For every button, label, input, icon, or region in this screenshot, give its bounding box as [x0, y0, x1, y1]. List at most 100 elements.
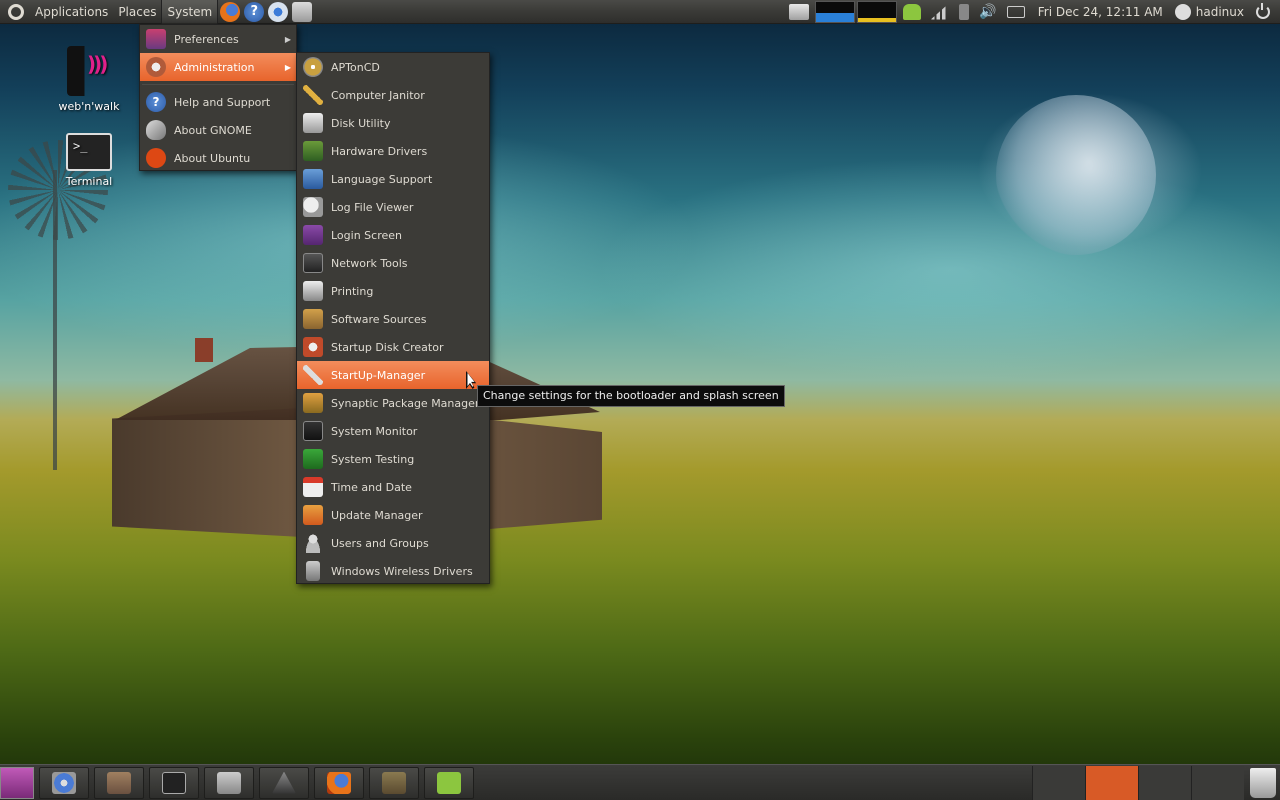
- menu-item-computer-janitor[interactable]: Computer Janitor: [297, 81, 489, 109]
- ubuntu-icon: [146, 148, 166, 168]
- android-icon[interactable]: [902, 3, 921, 20]
- printer-icon: [303, 281, 323, 301]
- menu-item-synaptic-package-manager[interactable]: Synaptic Package Manager: [297, 389, 489, 417]
- taskbar-launcher-disc[interactable]: [39, 766, 89, 799]
- menu-item-time-and-date[interactable]: Time and Date: [297, 473, 489, 501]
- menu-item-aptoncd[interactable]: APTonCD: [297, 53, 489, 81]
- terminal-icon: [162, 771, 186, 794]
- network-graph[interactable]: [856, 0, 897, 23]
- ubuntu-logo-icon[interactable]: [8, 3, 24, 20]
- blender-icon: [272, 771, 296, 794]
- menu-item-language-support[interactable]: Language Support: [297, 165, 489, 193]
- menu-item-administration[interactable]: Administration ▶: [140, 53, 296, 81]
- menu-places[interactable]: Places: [113, 0, 161, 24]
- cpu-graph[interactable]: [814, 0, 855, 23]
- trash-icon[interactable]: [1250, 767, 1276, 798]
- menu-item-label: About GNOME: [174, 123, 252, 137]
- screenshot-launcher-icon[interactable]: [292, 1, 313, 22]
- menu-item-network-tools[interactable]: Network Tools: [297, 249, 489, 277]
- menu-system[interactable]: System: [161, 0, 219, 24]
- workspace-1[interactable]: [1032, 765, 1085, 800]
- menu-item-windows-wireless-drivers[interactable]: Windows Wireless Drivers: [297, 557, 489, 585]
- volume-icon[interactable]: 🔊: [979, 4, 997, 20]
- menu-item-label: APTonCD: [331, 60, 380, 74]
- show-desktop-button[interactable]: [0, 766, 34, 799]
- menu-item-disk-utility[interactable]: Disk Utility: [297, 109, 489, 137]
- menu-item-label: System Testing: [331, 452, 415, 466]
- submenu-arrow-icon: ▶: [284, 34, 291, 44]
- menu-item-startup-disk-creator[interactable]: Startup Disk Creator: [297, 333, 489, 361]
- workspace-3[interactable]: [1138, 765, 1191, 800]
- taskbar-launcher-terminal[interactable]: [149, 766, 199, 799]
- menu-item-hardware-drivers[interactable]: Hardware Drivers: [297, 137, 489, 165]
- power-icon[interactable]: [1256, 2, 1270, 19]
- menu-item-users-and-groups[interactable]: Users and Groups: [297, 529, 489, 557]
- archive-icon: [382, 771, 406, 794]
- firefox-icon: [327, 771, 351, 794]
- help-launcher-icon[interactable]: ?: [244, 1, 265, 22]
- taskbar-launcher-firefox[interactable]: [314, 766, 364, 799]
- disc-icon: [52, 771, 76, 794]
- menu-item-software-sources[interactable]: Software Sources: [297, 305, 489, 333]
- menu-item-login-screen[interactable]: Login Screen: [297, 221, 489, 249]
- menu-item-label: Network Tools: [331, 256, 408, 270]
- menu-item-about-ubuntu[interactable]: About Ubuntu: [140, 144, 296, 172]
- menu-item-help-and-support[interactable]: ? Help and Support: [140, 88, 296, 116]
- disk-icon: [303, 113, 323, 133]
- workspace-2[interactable]: [1085, 765, 1138, 800]
- menu-item-about-gnome[interactable]: About GNOME: [140, 116, 296, 144]
- menu-item-startup-manager[interactable]: StartUp-Manager: [297, 361, 489, 389]
- moon-graphic: [996, 95, 1156, 255]
- menu-item-label: Printing: [331, 284, 374, 298]
- menu-item-update-manager[interactable]: Update Manager: [297, 501, 489, 529]
- menu-item-label: Update Manager: [331, 508, 423, 522]
- display-icon[interactable]: [788, 3, 809, 20]
- workspace-4[interactable]: [1191, 765, 1244, 800]
- menu-item-label: Users and Groups: [331, 536, 429, 550]
- menu-item-label: Startup Disk Creator: [331, 340, 444, 354]
- battery-icon[interactable]: [958, 3, 969, 20]
- menu-item-preferences[interactable]: Preferences ▶: [140, 25, 296, 53]
- system-tray: 🔊 Fri Dec 24, 12:11 AM hadinux: [784, 0, 1280, 24]
- menu-applications[interactable]: Applications: [30, 0, 113, 24]
- mail-icon[interactable]: [1006, 5, 1025, 18]
- login-icon: [303, 225, 323, 245]
- firefox-launcher-icon[interactable]: [220, 1, 241, 22]
- menu-item-system-monitor[interactable]: System Monitor: [297, 417, 489, 445]
- chat-icon: [217, 771, 241, 794]
- chromium-launcher-icon[interactable]: [268, 1, 289, 22]
- menu-item-label: About Ubuntu: [174, 151, 251, 165]
- menu-item-label: Language Support: [331, 172, 433, 186]
- menu-item-label: Disk Utility: [331, 116, 391, 130]
- taskbar-launcher-blender[interactable]: [259, 766, 309, 799]
- taskbar-launcher-chat[interactable]: [204, 766, 254, 799]
- android-icon: [437, 771, 461, 794]
- folder-icon: [107, 771, 131, 794]
- menu-separator: [142, 84, 294, 85]
- top-panel: Applications Places System ? 🔊 Fri Dec 2…: [0, 0, 1280, 24]
- user-icon[interactable]: [1174, 3, 1191, 20]
- menu-item-log-file-viewer[interactable]: Log File Viewer: [297, 193, 489, 221]
- desktop-icon-label: web'n'walk: [58, 100, 120, 113]
- taskbar-launcher-android[interactable]: [424, 766, 474, 799]
- tooltip: Change settings for the bootloader and s…: [477, 385, 785, 407]
- software-sources-icon: [303, 309, 323, 329]
- wireless-driver-icon: [306, 561, 320, 581]
- aptoncd-icon: [303, 57, 323, 77]
- desktop-icon-terminal[interactable]: >_ Terminal: [54, 133, 124, 188]
- username[interactable]: hadinux: [1196, 5, 1244, 19]
- menu-item-label: Time and Date: [331, 480, 412, 494]
- menu-item-printing[interactable]: Printing: [297, 277, 489, 305]
- taskbar-launcher-files[interactable]: [94, 766, 144, 799]
- menu-item-label: Hardware Drivers: [331, 144, 428, 158]
- update-icon: [303, 505, 323, 525]
- taskbar-launcher-archive[interactable]: [369, 766, 419, 799]
- gnome-foot-icon: [146, 120, 166, 140]
- signal-strength-icon[interactable]: [930, 3, 949, 20]
- menu-item-label: Computer Janitor: [331, 88, 425, 102]
- webnwalk-icon: [67, 46, 111, 96]
- clock[interactable]: Fri Dec 24, 12:11 AM: [1038, 5, 1163, 19]
- desktop-icon-webnwalk[interactable]: web'n'walk: [54, 46, 124, 113]
- menu-item-system-testing[interactable]: System Testing: [297, 445, 489, 473]
- menu-item-label: Help and Support: [174, 95, 271, 109]
